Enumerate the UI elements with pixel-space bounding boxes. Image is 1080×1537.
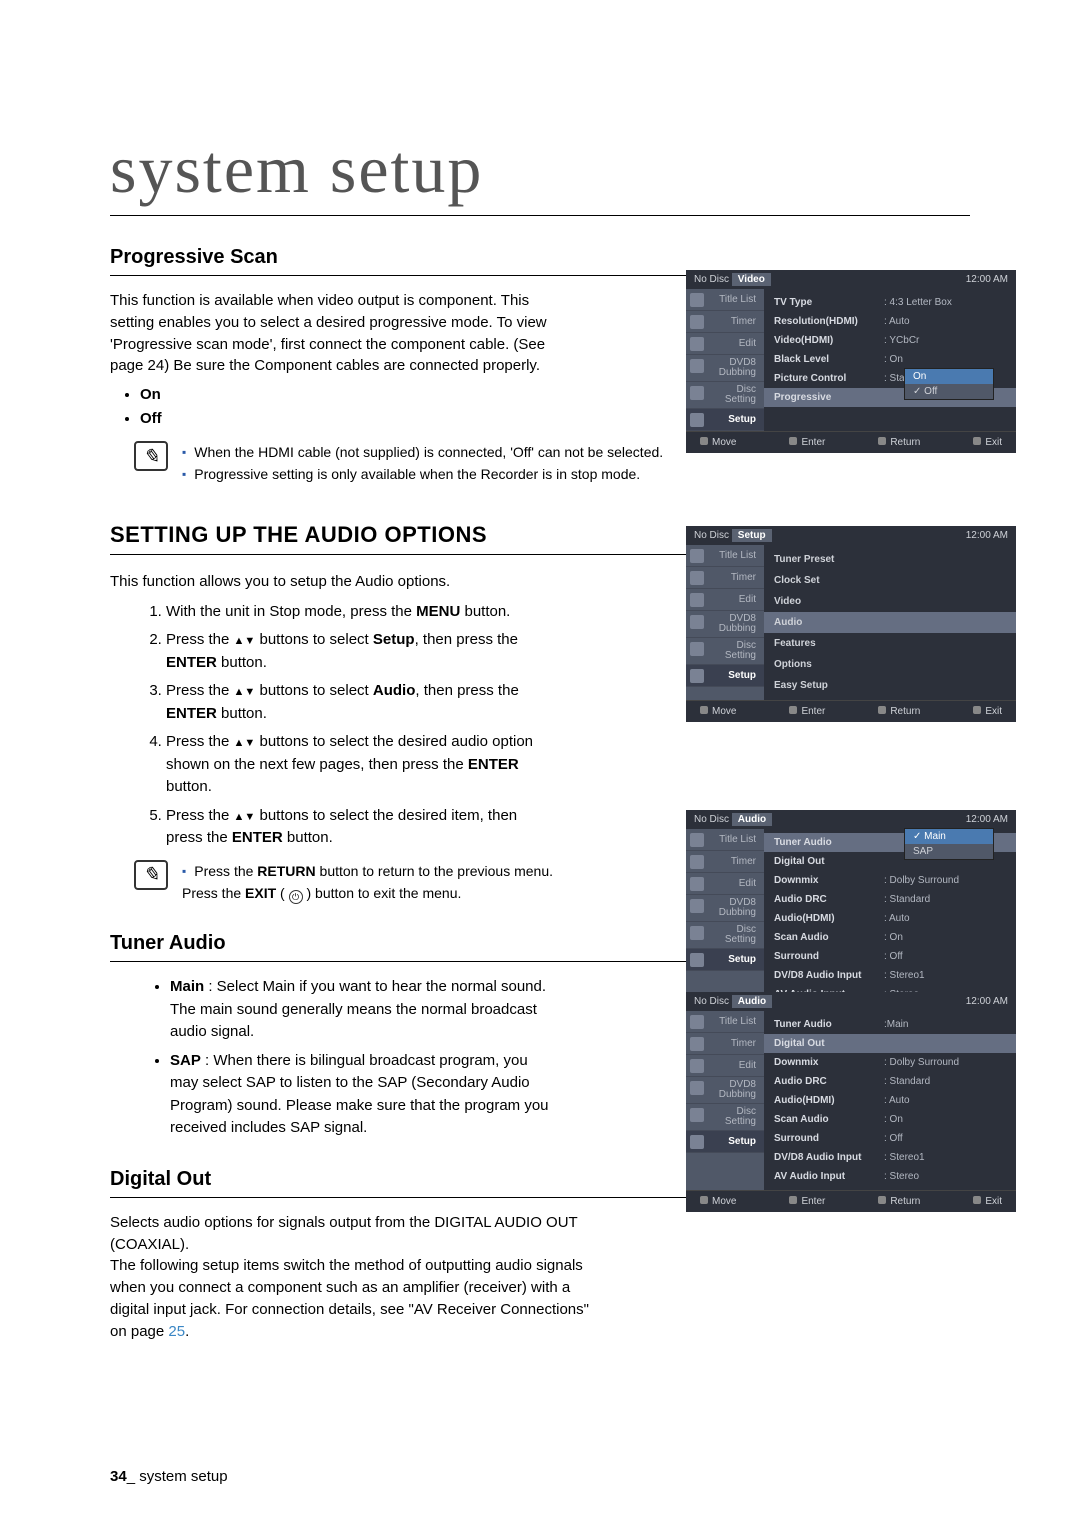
timer-icon xyxy=(690,315,704,329)
row-digital-out[interactable]: Digital Out xyxy=(764,1034,1016,1053)
sidebar-title-list[interactable]: Title List xyxy=(686,289,764,311)
digital-out-p1: Selects audio options for signals output… xyxy=(110,1212,600,1256)
osd-sidebar: Title List Timer Edit DVD8Dubbing DiscSe… xyxy=(686,289,764,431)
note-icon: ✎ xyxy=(134,441,168,471)
tuner-main: Main : Select Main if you want to hear t… xyxy=(170,976,550,1044)
note-stop-mode: Progressive setting is only available wh… xyxy=(182,463,663,485)
step-2: Press the ▲▼ buttons to select Setup, th… xyxy=(166,629,550,674)
tuner-sap: SAP : When there is bilingual broadcast … xyxy=(170,1050,550,1140)
option-on[interactable]: On xyxy=(905,369,993,384)
tuner-audio-dropdown[interactable]: ✓ Main SAP xyxy=(904,828,994,860)
osd-clock: 12:00 AM xyxy=(966,274,1008,285)
gear-icon xyxy=(690,413,704,427)
sidebar-dubbing[interactable]: DVD8Dubbing xyxy=(686,355,764,382)
note-hdmi: When the HDMI cable (not supplied) is co… xyxy=(182,441,663,463)
dub-icon xyxy=(690,359,704,373)
edit-icon xyxy=(690,337,704,351)
osd-footer: MoveEnterReturnExit xyxy=(686,431,1016,453)
step-1: With the unit in Stop mode, press the ME… xyxy=(166,601,550,624)
note-return: Press the RETURN button to return to the… xyxy=(182,860,553,905)
osd-audio-digital-menu: No Disc Audio12:00 AM Title List Timer E… xyxy=(686,992,1016,1212)
osd-main: TV Type: 4:3 Letter Box Resolution(HDMI)… xyxy=(764,289,1016,431)
audio-steps: With the unit in Stop mode, press the ME… xyxy=(110,601,550,850)
tuner-audio-list: Main : Select Main if you want to hear t… xyxy=(110,976,550,1140)
step-5: Press the ▲▼ buttons to select the desir… xyxy=(166,805,550,850)
sidebar-disc-setting[interactable]: DiscSetting xyxy=(686,382,764,409)
list-icon xyxy=(690,293,704,307)
note-list: When the HDMI cable (not supplied) is co… xyxy=(182,441,663,486)
option-off[interactable]: ✓ Off xyxy=(905,384,993,399)
exit-button-icon: ⏻ xyxy=(289,890,303,904)
option-sap[interactable]: SAP xyxy=(905,844,993,859)
note-icon: ✎ xyxy=(134,860,168,890)
osd-setup-menu: No Disc Setup12:00 AM Title List Timer E… xyxy=(686,526,1016,722)
step-3: Press the ▲▼ buttons to select Audio, th… xyxy=(166,680,550,725)
progressive-scan-desc: This function is available when video ou… xyxy=(110,290,550,377)
sidebar-timer[interactable]: Timer xyxy=(686,311,764,333)
digital-out-p2: The following setup items switch the met… xyxy=(110,1255,600,1342)
page-ref-25: 25 xyxy=(168,1323,185,1340)
sidebar-edit[interactable]: Edit xyxy=(686,333,764,355)
row-audio[interactable]: Audio xyxy=(764,612,1016,633)
step-4: Press the ▲▼ buttons to select the desir… xyxy=(166,731,550,799)
page-footer: 34_ system setup xyxy=(110,1468,228,1485)
osd-video-menu: No Disc Video12:00 AM Title List Timer E… xyxy=(686,270,1016,453)
option-main[interactable]: ✓ Main xyxy=(905,829,993,844)
page-title: system setup xyxy=(110,130,970,216)
note-list-2: Press the RETURN button to return to the… xyxy=(182,860,553,905)
disc-icon xyxy=(690,386,704,400)
progressive-dropdown[interactable]: On ✓ Off xyxy=(904,368,994,400)
sidebar-setup[interactable]: Setup xyxy=(686,409,764,431)
